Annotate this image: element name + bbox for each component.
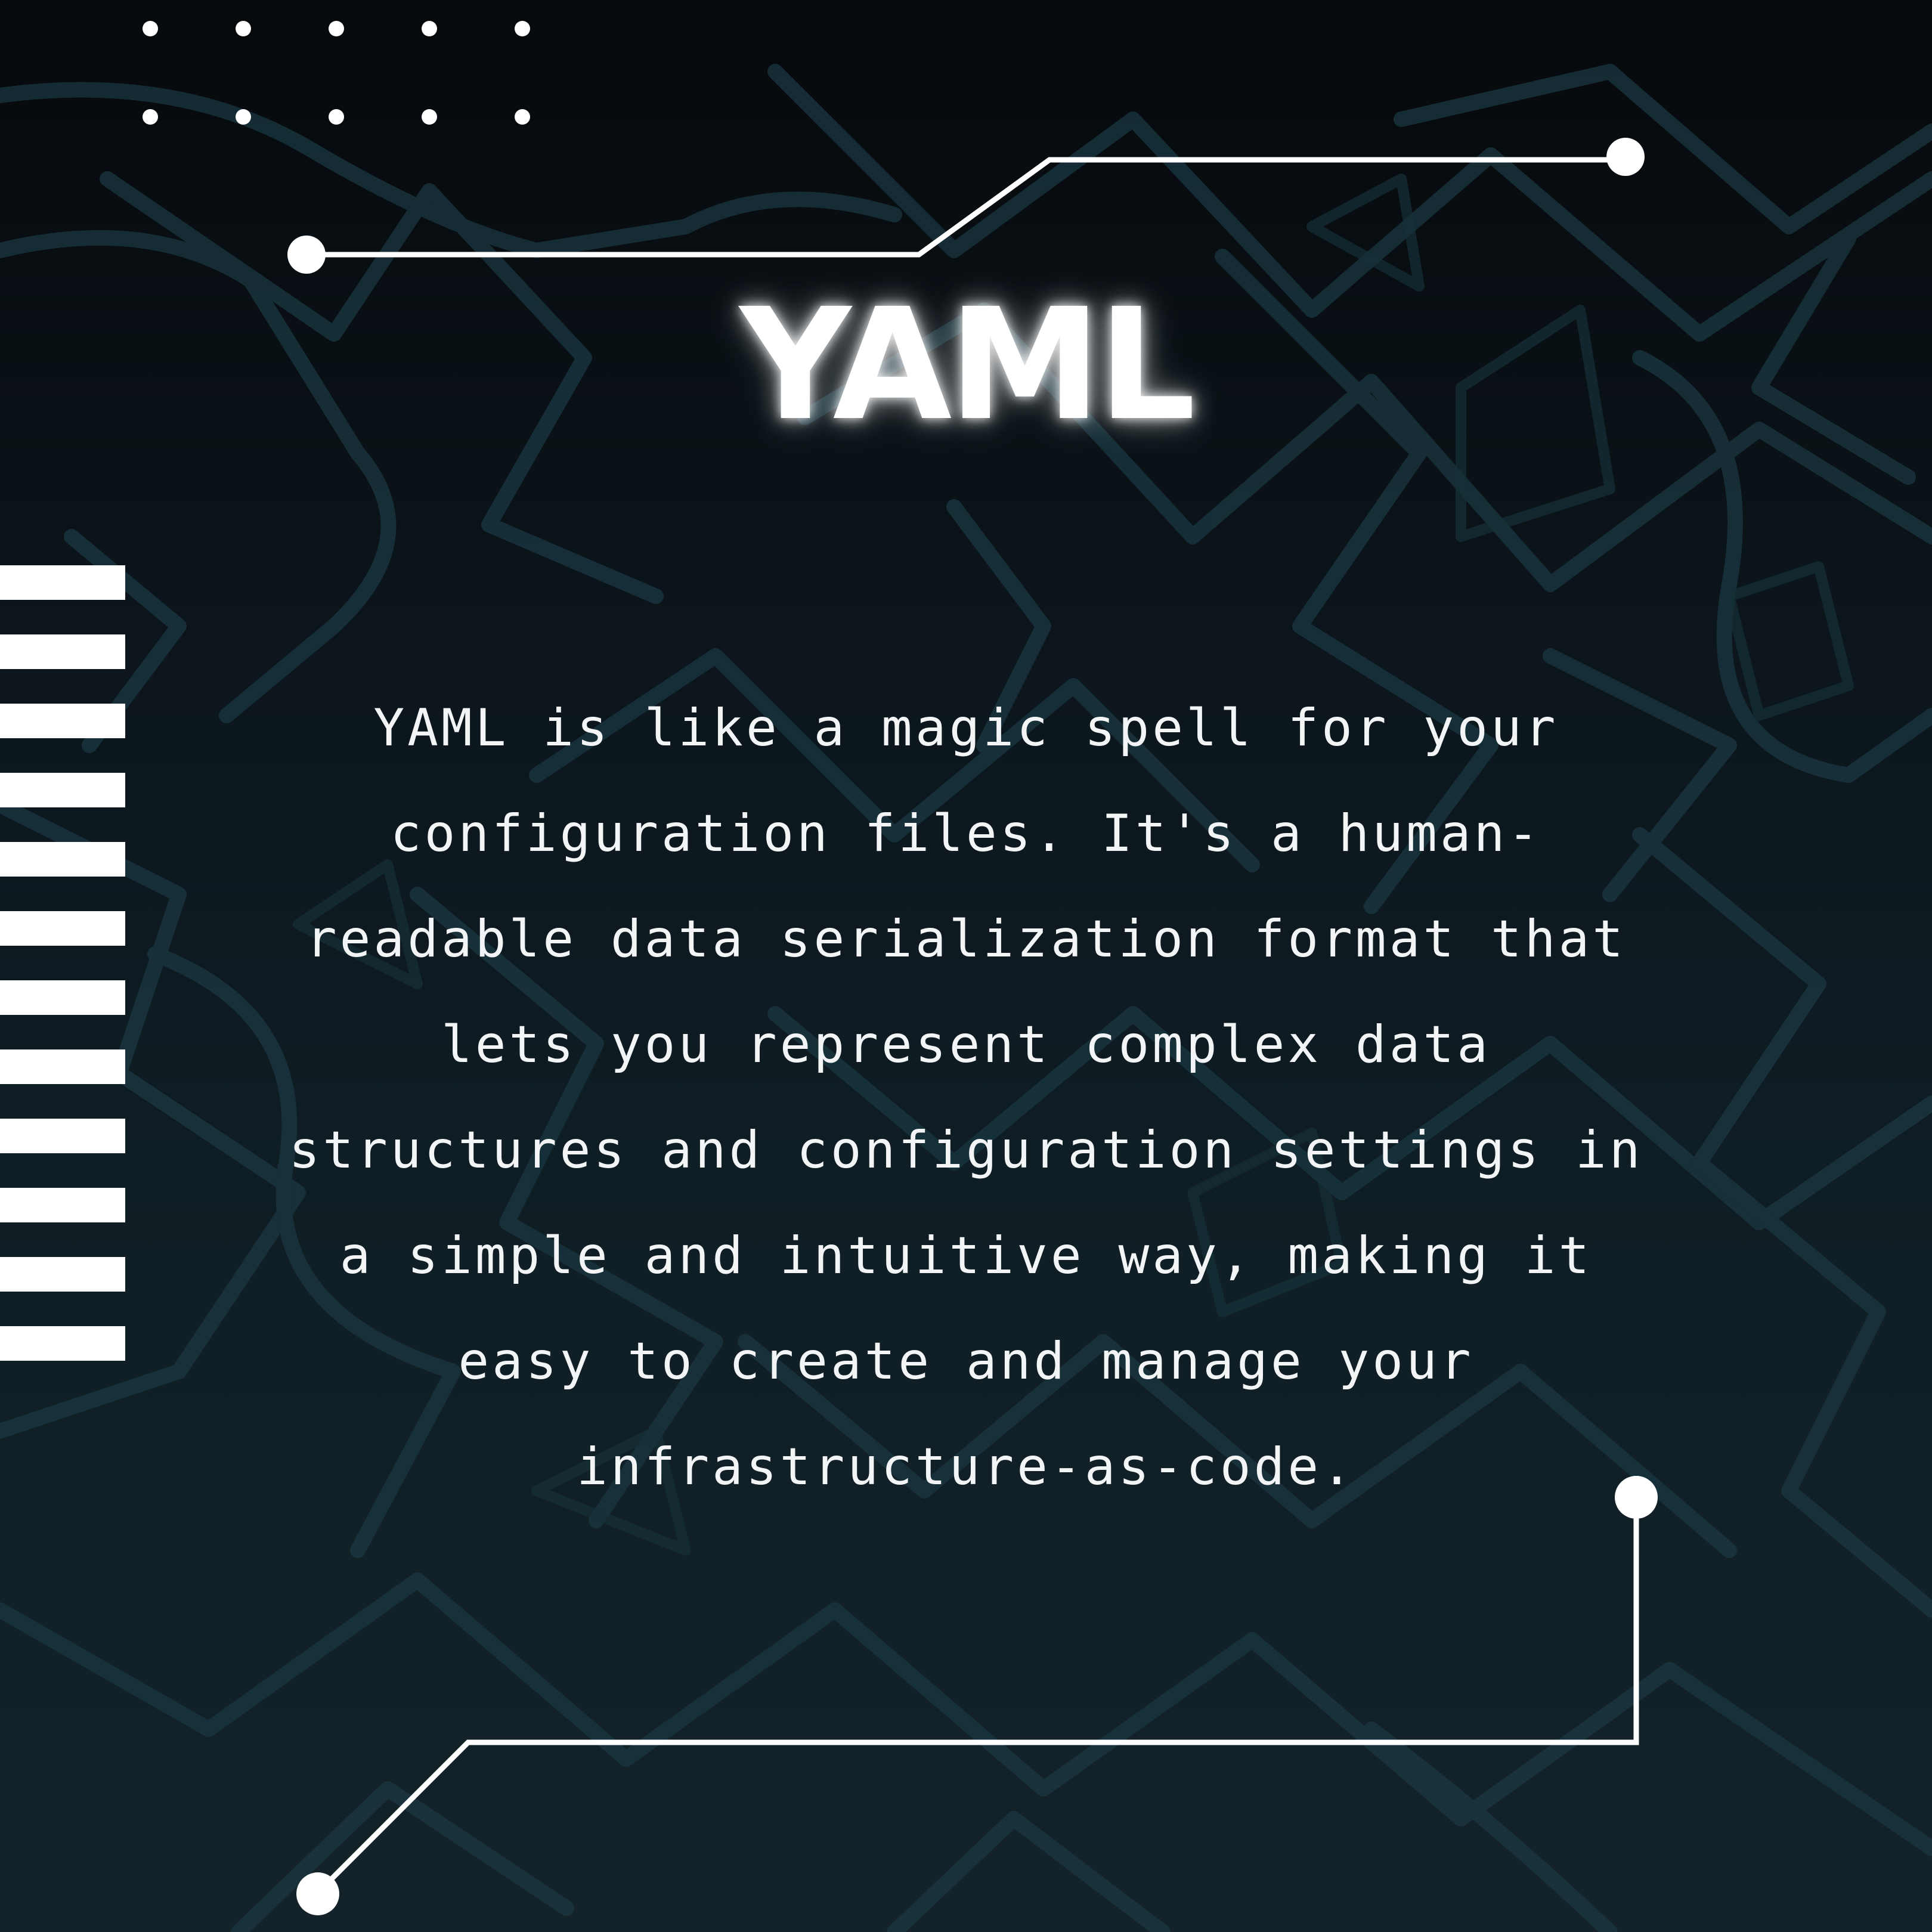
stripe	[0, 1326, 125, 1361]
stripe	[0, 980, 125, 1015]
stripe	[0, 565, 125, 600]
stripe	[0, 634, 125, 669]
stripe	[0, 773, 125, 807]
stripe	[0, 1119, 125, 1153]
top-left-node	[287, 236, 326, 274]
top-circuit-line	[306, 157, 1626, 258]
description: YAML is like a magic spell for your conf…	[250, 676, 1682, 1520]
stripe	[0, 1257, 125, 1292]
description-line: infrastructure-as-code.	[577, 1437, 1355, 1497]
poster-canvas: YAML YAML is like a magic spell for your…	[0, 0, 1932, 1932]
description-line: configuration files. It's a human-	[390, 804, 1542, 863]
stripe-bar-icon	[0, 565, 125, 1361]
description-line: a simple and intuitive way, making it	[339, 1226, 1593, 1286]
description-line: lets you represent complex data	[441, 1015, 1491, 1075]
page-title: YAML	[739, 275, 1196, 454]
stripe	[0, 842, 125, 877]
bottom-left-node	[296, 1872, 339, 1915]
stripe	[0, 911, 125, 946]
description-line: YAML is like a magic spell for your	[373, 698, 1559, 758]
stripe	[0, 1188, 125, 1222]
stripe	[0, 1049, 125, 1084]
description-line: easy to create and manage your	[458, 1332, 1474, 1391]
stripe	[0, 704, 125, 738]
description-line: structures and configuration settings in	[289, 1120, 1643, 1180]
description-line: readable data serialization format that	[305, 909, 1627, 969]
bottom-circuit-line	[315, 1497, 1639, 1895]
dot-grid-icon	[143, 21, 530, 125]
top-right-node	[1606, 138, 1645, 176]
